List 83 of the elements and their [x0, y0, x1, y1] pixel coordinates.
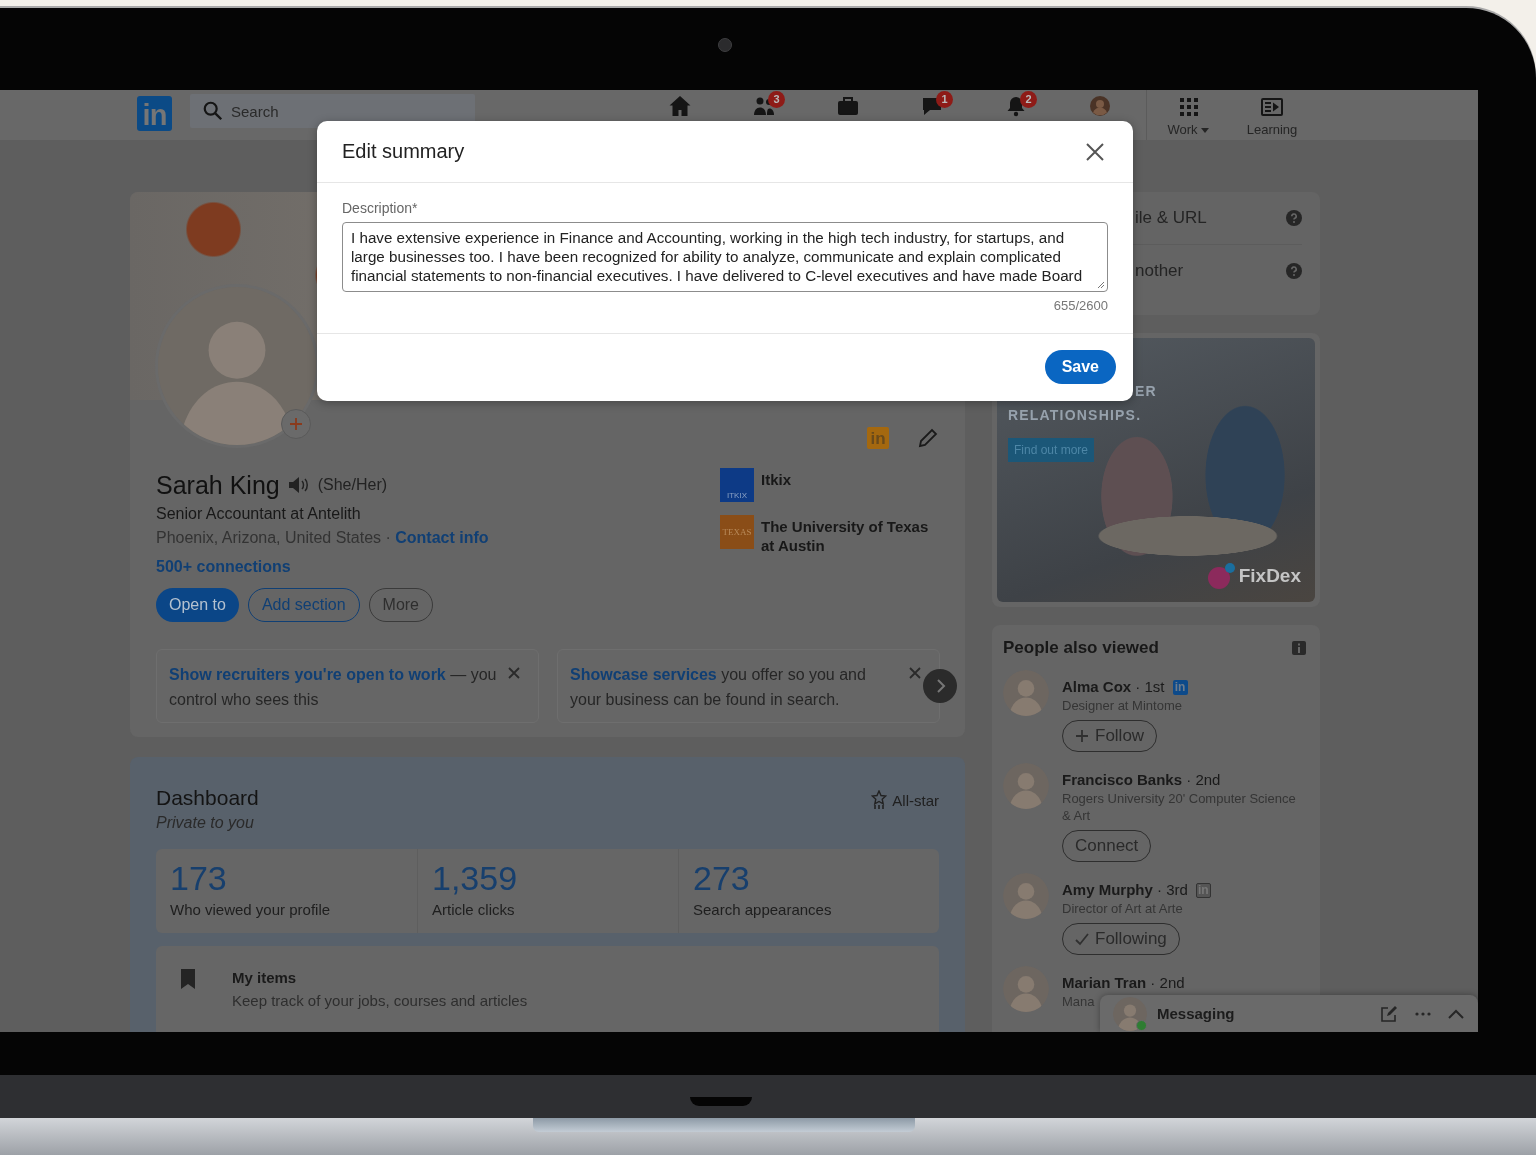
help-icon[interactable]: [1286, 210, 1302, 226]
camera-lens: [718, 38, 732, 52]
search-icon: [202, 100, 224, 122]
save-button[interactable]: Save: [1044, 350, 1116, 384]
settings-link[interactable]: nother: [1135, 261, 1184, 281]
home-icon[interactable]: [667, 94, 693, 118]
video-icon: [1260, 95, 1284, 119]
stat-label: Search appearances: [693, 901, 833, 918]
info-icon[interactable]: [1292, 641, 1306, 655]
person-name[interactable]: Amy Murphy · 3rd: [1062, 881, 1188, 899]
person-avatar[interactable]: [1003, 873, 1049, 919]
avatar-icon[interactable]: [1087, 94, 1113, 118]
add-photo-button[interactable]: [281, 409, 311, 439]
briefcase-icon[interactable]: [835, 94, 861, 118]
brand-logo-icon: [1206, 562, 1237, 590]
pencil-icon[interactable]: [916, 426, 940, 450]
nav-link[interactable]: Work: [1146, 90, 1230, 140]
logo[interactable]: in: [137, 96, 172, 131]
promo-link[interactable]: Show recruiters you're open to work: [169, 666, 446, 683]
field-label: Description*: [342, 200, 419, 217]
organization-name[interactable]: The University of Texas at Austin: [761, 517, 940, 555]
person-avatar[interactable]: [1003, 670, 1049, 716]
person-avatar[interactable]: [1003, 763, 1049, 809]
promo-text: Show recruiters you're open to work — you control who sees this: [169, 665, 498, 710]
count-badge: 2: [1020, 91, 1037, 108]
character-counter: 655/2600: [1052, 298, 1108, 313]
close-icon: [1085, 141, 1105, 162]
stat-label: Article clicks: [432, 901, 516, 918]
close-icon[interactable]: [508, 667, 520, 679]
nav-link[interactable]: Learning: [1230, 90, 1314, 140]
help-icon[interactable]: [1286, 263, 1302, 279]
member-badge: in: [1172, 679, 1188, 695]
section-title: Dashboard: [156, 785, 259, 811]
hinge-notch: [690, 1097, 752, 1106]
person-name[interactable]: Francisco Banks · 2nd: [1062, 771, 1221, 789]
count-badge: 3: [768, 91, 785, 108]
company-logo: ITKIX: [720, 468, 754, 502]
more-icon[interactable]: [1415, 1011, 1431, 1016]
plus-icon: [289, 417, 303, 431]
check-icon: [1075, 932, 1089, 946]
primary-button[interactable]: Open to: [156, 588, 239, 622]
description-field[interactable]: I have extensive experience in Finance and Accounting, working in the high tech industry, for startups, and large businesses too. I have been recognized for ability to analyze, communicate and explain complicated financial statements to non-financial executives. I have delivered to C-level executives and have made Board: [342, 222, 1108, 292]
compose-icon[interactable]: [1380, 1004, 1398, 1023]
organization-name[interactable]: Itkix: [761, 470, 791, 489]
chevron-up-icon[interactable]: [1448, 1008, 1464, 1019]
promo-text: Showcase services you offer so you and your business can be found in search.: [570, 665, 867, 710]
ad-headline: ER: [1135, 383, 1157, 399]
school-logo: TEXAS: [720, 515, 754, 549]
card-title: People also viewed: [1003, 637, 1159, 659]
my-items-description: Keep track of your jobs, courses and articles: [232, 992, 529, 1009]
close-icon[interactable]: [909, 667, 921, 679]
profile-strength: All-star: [892, 791, 939, 809]
search-field[interactable]: Search: [190, 94, 475, 128]
chevron-right-icon: [934, 679, 946, 693]
speaker-icon[interactable]: [287, 476, 310, 494]
person-avatar[interactable]: [1003, 966, 1049, 1012]
star-icon: [871, 790, 888, 810]
settings-link[interactable]: ile & URL: [1135, 208, 1207, 228]
privacy-note: Private to you: [156, 813, 255, 833]
headline: Senior Accountant at Antelith: [156, 504, 362, 524]
my-items-panel[interactable]: My items Keep track of your jobs, courses and articles: [156, 946, 939, 1032]
bookmark-icon: [180, 968, 196, 990]
stat-number[interactable]: 173: [170, 859, 403, 897]
my-items-title: My items: [232, 968, 298, 988]
stat-label: Who viewed your profile: [170, 901, 332, 918]
pronouns: (She/Her): [317, 476, 388, 494]
connections-link[interactable]: 500+ connections: [156, 554, 291, 580]
stat-number[interactable]: 1,359: [432, 859, 664, 897]
contact-info-link[interactable]: Contact info: [395, 529, 489, 546]
resize-grip-icon: [1097, 281, 1105, 289]
promo-link[interactable]: Showcase services: [570, 666, 717, 683]
messaging-title[interactable]: Messaging: [1157, 1005, 1380, 1022]
next-button[interactable]: [923, 669, 957, 703]
count-badge: 1: [936, 91, 953, 108]
brand-name: FixDex: [1238, 565, 1301, 587]
person-name[interactable]: Marian Tran · 2nd: [1062, 974, 1185, 992]
plus-icon: [1075, 729, 1089, 743]
logo-badge: in: [867, 427, 889, 449]
stat-number[interactable]: 273: [693, 859, 925, 897]
ad-headline: RELATIONSHIPS.: [1008, 407, 1142, 423]
profile-name: Sarah King: [156, 470, 280, 500]
modal-title: Edit summary: [342, 140, 465, 163]
person-name[interactable]: Alma Cox · 1st: [1062, 678, 1165, 696]
